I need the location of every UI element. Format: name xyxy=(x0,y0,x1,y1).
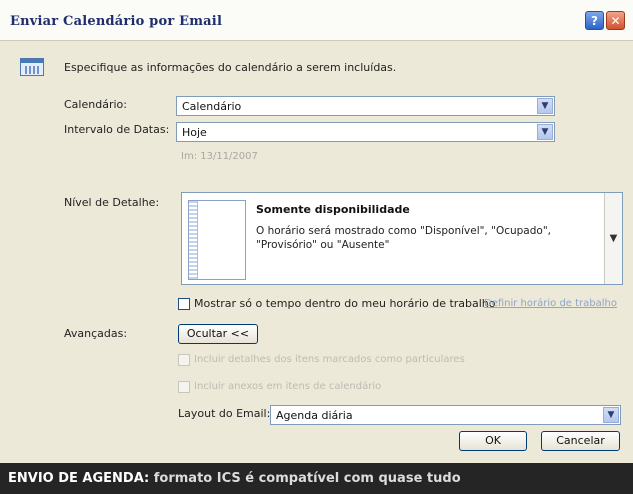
intervalo-value: Hoje xyxy=(182,126,207,139)
chevron-down-icon[interactable]: ▼ xyxy=(537,98,553,114)
caption-body: formato ICS é compatível com quase tudo xyxy=(153,471,461,486)
caption-highlight: ENVIO DE AGENDA: xyxy=(8,471,150,486)
dialog-body: Especifique as informações do calendário… xyxy=(0,41,633,463)
intervalo-dropdown[interactable]: Hoje ▼ xyxy=(176,122,555,142)
incluir-detalhes-checkbox[interactable] xyxy=(178,354,190,366)
incluir-anexos-label: Incluir anexos em itens de calendário xyxy=(194,381,382,392)
definir-horario-link[interactable]: Definir horário de trabalho xyxy=(484,298,617,309)
nivel-label: Nível de Detalhe: xyxy=(64,196,160,209)
caption-banner: ENVIO DE AGENDA: formato ICS é compatíve… xyxy=(0,463,633,494)
nivel-detail-selector[interactable]: Somente disponibilidade O horário será m… xyxy=(181,192,623,285)
ok-button[interactable]: OK xyxy=(459,431,527,451)
chevron-down-icon[interactable]: ▼ xyxy=(603,407,619,423)
calendario-label: Calendário: xyxy=(64,98,127,111)
intervalo-label: Intervalo de Datas: xyxy=(64,123,170,136)
layout-dropdown[interactable]: Agenda diária ▼ xyxy=(270,405,621,425)
date-hint: Im: 13/11/2007 xyxy=(181,151,258,162)
preview-strip xyxy=(189,201,198,279)
horario-checkbox-label[interactable]: Mostrar só o tempo dentro do meu horário… xyxy=(194,297,496,310)
caption-text: ENVIO DE AGENDA: formato ICS é compatíve… xyxy=(8,471,461,486)
ocultar-button[interactable]: Ocultar << xyxy=(178,324,258,344)
nivel-description: O horário será mostrado como "Disponível… xyxy=(256,225,551,251)
nivel-title: Somente disponibilidade xyxy=(256,203,410,216)
avancadas-label: Avançadas: xyxy=(64,327,128,340)
chevron-down-icon[interactable]: ▼ xyxy=(537,124,553,140)
incluir-detalhes-label: Incluir detalhes dos itens marcados como… xyxy=(194,354,465,365)
chevron-down-icon[interactable]: ▼ xyxy=(604,193,622,284)
layout-value: Agenda diária xyxy=(276,409,353,422)
incluir-anexos-checkbox[interactable] xyxy=(178,381,190,393)
cancel-button[interactable]: Cancelar xyxy=(541,431,620,451)
calendario-value: Calendário xyxy=(182,100,242,113)
close-button[interactable]: ✕ xyxy=(606,11,625,30)
detail-preview-thumbnail xyxy=(188,200,246,280)
horario-checkbox[interactable] xyxy=(178,298,190,310)
help-button[interactable]: ? xyxy=(585,11,604,30)
layout-label: Layout do Email: xyxy=(178,407,271,420)
calendar-icon xyxy=(20,58,44,76)
title-bar: Enviar Calendário por Email ? ✕ xyxy=(0,0,633,41)
calendario-dropdown[interactable]: Calendário ▼ xyxy=(176,96,555,116)
screenshot-root: Enviar Calendário por Email ? ✕ Especifi… xyxy=(0,0,633,494)
dialog-title: Enviar Calendário por Email xyxy=(10,14,223,29)
intro-text: Especifique as informações do calendário… xyxy=(64,61,397,74)
